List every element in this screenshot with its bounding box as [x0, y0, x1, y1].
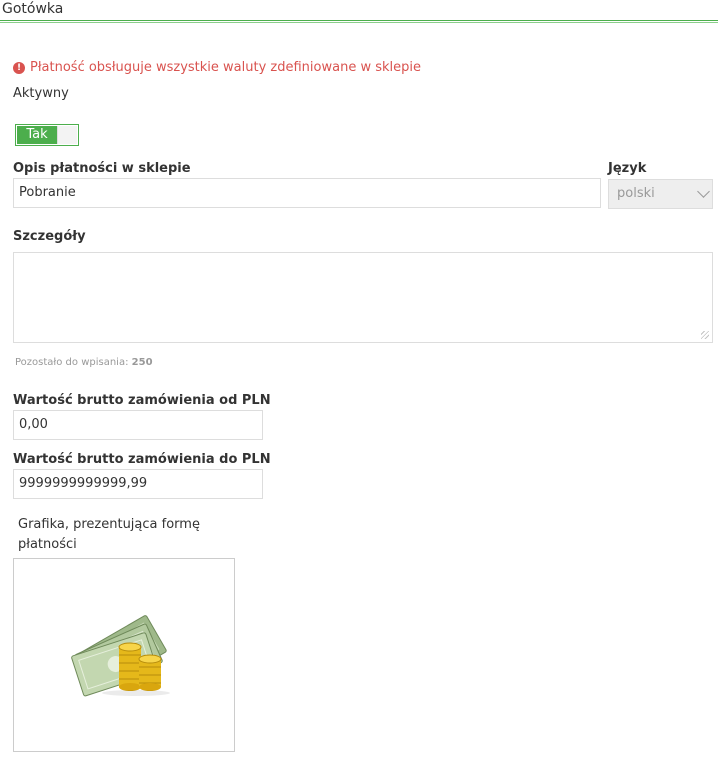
graphic-label-line1: Grafika, prezentująca formę — [18, 517, 200, 532]
max-value-input[interactable]: 9999999999999,99 — [13, 469, 263, 499]
chevron-down-icon — [697, 185, 710, 198]
min-value-input[interactable]: 0,00 — [13, 410, 263, 440]
description-input[interactable]: Pobranie — [13, 178, 601, 208]
language-label: Język — [608, 161, 647, 176]
payment-image-box[interactable] — [13, 558, 235, 752]
header-divider-shadow — [0, 22, 718, 23]
toggle-on-label: Tak — [17, 126, 57, 144]
active-toggle[interactable]: Tak — [15, 124, 79, 146]
details-counter-value: 250 — [131, 357, 153, 368]
description-label: Opis płatności w sklepie — [13, 161, 191, 176]
currency-info-text: Płatność obsługuje wszystkie waluty zdef… — [30, 60, 421, 75]
details-textarea[interactable] — [13, 252, 713, 343]
graphic-label-line2: płatności — [18, 537, 77, 552]
toggle-knob — [57, 126, 77, 144]
active-label: Aktywny — [13, 86, 69, 101]
page-title: Gotówka — [2, 1, 64, 17]
min-value-label: Wartość brutto zamówienia od PLN — [13, 393, 271, 408]
graphic-label: Grafika, prezentująca formę płatności — [18, 515, 200, 555]
exclamation-circle-icon: ! — [13, 62, 25, 74]
language-select-value: polski — [617, 186, 655, 201]
resize-grip-icon[interactable] — [701, 331, 709, 339]
max-value-label: Wartość brutto zamówienia do PLN — [13, 452, 271, 467]
language-select[interactable]: polski — [608, 179, 713, 209]
money-cash-icon — [71, 615, 170, 697]
details-counter-prefix: Pozostało do wpisania: — [15, 357, 129, 368]
details-label: Szczegóły — [13, 229, 86, 244]
details-counter: Pozostało do wpisania: 250 — [15, 356, 153, 370]
currency-info-message: ! Płatność obsługuje wszystkie waluty zd… — [13, 59, 421, 77]
header-divider — [0, 20, 718, 21]
